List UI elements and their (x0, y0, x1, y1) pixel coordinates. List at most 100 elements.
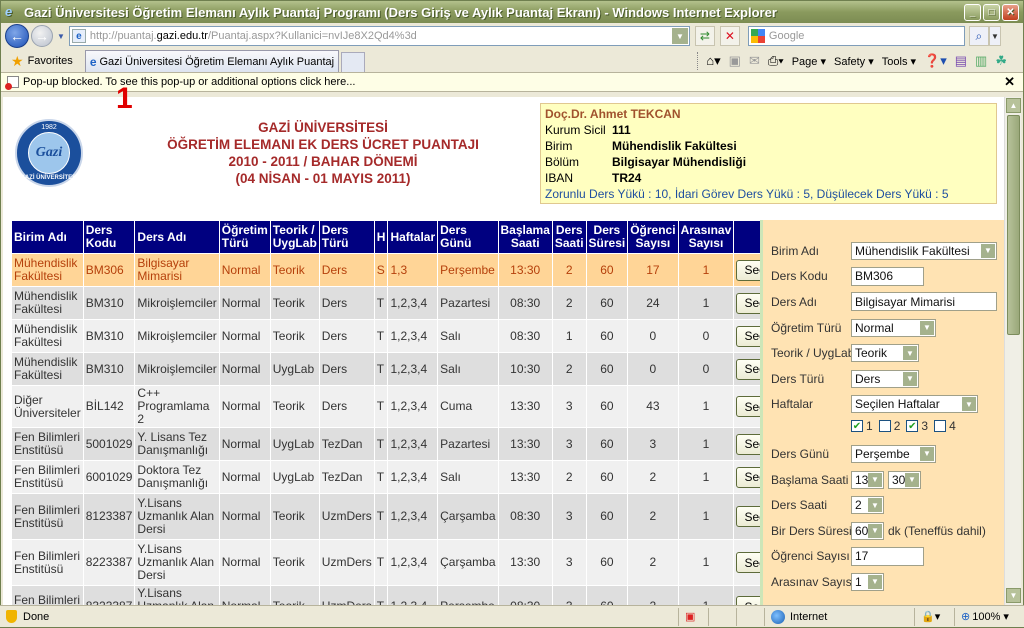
cell-gun: Salı (437, 319, 499, 353)
sure-select[interactable]: 60 ▼ (851, 521, 884, 540)
toolbar-icon[interactable]: ▥ (975, 53, 987, 69)
table-row: Fen Bilimleri Enstitüsü8323387Y.Lisans U… (11, 585, 777, 605)
scroll-thumb[interactable] (1007, 115, 1020, 335)
birim-select[interactable]: Mühendislik Fakültesi ▼ (851, 241, 997, 260)
cell-birim: Mühendislik Fakültesi (11, 352, 84, 386)
kod-input[interactable]: BM306 (851, 266, 924, 286)
chevron-down-icon: ▼ (903, 346, 917, 361)
cell-kod: 8123387 (82, 493, 136, 540)
popup-blocked-icon (5, 76, 19, 90)
home-icon[interactable]: ⌂▾ (706, 53, 720, 69)
chevron-down-icon: ▼ (962, 397, 976, 412)
col-h: H (373, 220, 389, 254)
address-dropdown-icon[interactable]: ▼ (671, 28, 688, 44)
tools-menu[interactable]: Tools ▾ (882, 55, 916, 68)
print-icon[interactable]: ⎙▾ (768, 53, 784, 69)
table-row: Fen Bilimleri Enstitüsü 5001029 Y. Lisans … (11, 427, 777, 461)
week-label: 4 (949, 419, 956, 434)
stop-button[interactable]: ✕ (719, 26, 740, 46)
safety-menu[interactable]: Safety ▾ (834, 55, 874, 68)
baslama-minute-select[interactable]: 30 ▼ (888, 470, 921, 489)
ad-input[interactable]: Bilgisayar Mimarisi (851, 292, 997, 312)
mail-icon[interactable]: ✉ (749, 53, 760, 69)
close-infobar-icon[interactable]: ✕ (1004, 74, 1015, 90)
recent-pages-dropdown[interactable]: ▼ (57, 32, 65, 41)
search-input[interactable]: Google (747, 26, 965, 46)
sure-suffix: dk (Teneffüs dahil) (888, 523, 986, 538)
protected-mode-icon[interactable]: 🔒▾ (914, 607, 954, 626)
cell-haftalar: 1,2,3,4 (387, 319, 439, 353)
infobar-text: Pop-up blocked. To see this pop-up or ad… (23, 76, 356, 88)
ogretim-select[interactable]: Normal ▼ (851, 318, 936, 337)
cell-arasinav: 1 (677, 585, 735, 605)
url-host: gazi.edu.tr (156, 30, 208, 42)
info-value: 111 (612, 123, 631, 137)
page-menu[interactable]: Page ▾ (792, 55, 826, 68)
cell-haftalar: 1,2,3,4 (387, 385, 439, 428)
zoom-level[interactable]: ⊕ 100% ▾ (954, 607, 1024, 626)
saat-select[interactable]: 2 ▼ (851, 496, 884, 515)
cell-saat: 2 (551, 460, 587, 494)
address-bar[interactable]: e http://puantaj. gazi.edu.tr/Puantaj.asp… (68, 26, 690, 46)
feeds-icon[interactable]: ▣ (729, 53, 741, 69)
week-checkbox[interactable] (934, 420, 947, 433)
week-checkbox[interactable]: ✔ (906, 420, 919, 433)
week-checkbox[interactable] (878, 420, 891, 433)
teorik-select[interactable]: Teorik ▼ (851, 344, 919, 363)
week-checkbox[interactable]: ✔ (851, 420, 863, 433)
messenger-icon[interactable]: ☘ (995, 53, 1007, 69)
cell-ogrenci: 2 (627, 585, 679, 605)
tab-bar: ★ Favorites e Gazi Üniversitesi Öğretim … (1, 49, 1023, 73)
research-icon[interactable]: ▤ (955, 53, 967, 69)
ogrenci-input[interactable]: 17 (851, 546, 924, 566)
arasinav-select[interactable]: 1 ▼ (851, 572, 884, 591)
col-haftalar: Haftalar (387, 220, 439, 254)
scroll-up-button[interactable]: ▲ (1006, 98, 1021, 113)
col-arasinav: Arasınav Sayısı (677, 220, 735, 254)
cell-birim: Fen Bilimleri Enstitüsü (11, 427, 84, 461)
gun-select[interactable]: Perşembe ▼ (851, 444, 936, 463)
minimize-button[interactable]: _ (964, 3, 981, 21)
cell-teorik: Teorik (269, 539, 320, 586)
status-bar: Done ▣ Internet 🔒▾ ⊕ 100% ▾ (0, 605, 1024, 627)
tur-select[interactable]: Ders ▼ (851, 369, 919, 388)
cell-ad: C++ Programlama 2 (134, 385, 220, 428)
col-ad: Ders Adı (134, 220, 220, 254)
chevron-down-icon: ▼ (920, 320, 934, 335)
cell-ogretim: Normal (218, 460, 271, 494)
info-row: Birim Mühendislik Fakültesi (545, 138, 992, 154)
search-button[interactable]: ⌕ (968, 26, 989, 46)
cell-ad: Y.Lisans Uzmanlık Alan Dersi (134, 585, 220, 605)
cell-teorik: Teorik (269, 253, 320, 287)
cell-ad: Bilgisayar Mimarisi (134, 253, 220, 287)
haftalar-select[interactable]: Seçilen Haftalar ▼ (851, 395, 978, 414)
vertical-scrollbar[interactable]: ▲ ▼ (1004, 97, 1021, 605)
cell-kod: 6001029 (82, 460, 136, 494)
refresh-button[interactable]: ⇄ (694, 26, 715, 46)
favorites-button[interactable]: ★ Favorites (5, 50, 79, 72)
cell-birim: Fen Bilimleri Enstitüsü (11, 539, 84, 586)
forward-button[interactable]: → (31, 25, 53, 47)
close-button[interactable]: ✕ (1002, 3, 1019, 21)
col-birim: Birim Adı (11, 220, 84, 254)
new-tab-button[interactable] (340, 52, 365, 72)
cell-sure: 60 (585, 585, 629, 605)
scroll-down-button[interactable]: ▼ (1006, 588, 1021, 603)
cell-birim: Mühendislik Fakültesi (11, 253, 84, 287)
week-label: 2 (893, 419, 901, 434)
heading-line: 2010 - 2011 / BAHAR DÖNEMİ (228, 154, 418, 169)
maximize-button[interactable]: □ (983, 3, 1000, 21)
cell-birim: Fen Bilimleri Enstitüsü (11, 460, 84, 494)
cell-gun: Çarşamba (437, 493, 499, 540)
popup-blocked-infobar[interactable]: Pop-up blocked. To see this pop-up or ad… (1, 73, 1023, 92)
help-icon[interactable]: ❓▾ (924, 53, 947, 69)
tab-active[interactable]: e Gazi Üniversitesi Öğretim Elemanı Aylı… (84, 50, 339, 72)
baslama-hour-select[interactable]: 13 ▼ (851, 470, 884, 489)
back-button[interactable]: ← (5, 24, 29, 48)
table-row: Diğer Üniversiteler BİL142 C++ Programlama… (11, 385, 777, 428)
popup-blocked-status-icon[interactable]: ▣ (678, 607, 708, 626)
cell-kod: 5001029 (82, 427, 136, 461)
search-options-dropdown[interactable]: ▼ (988, 26, 1001, 46)
logo-emblem: Gazi (28, 132, 70, 174)
col-ogretim: Öğretim Türü (218, 220, 271, 254)
